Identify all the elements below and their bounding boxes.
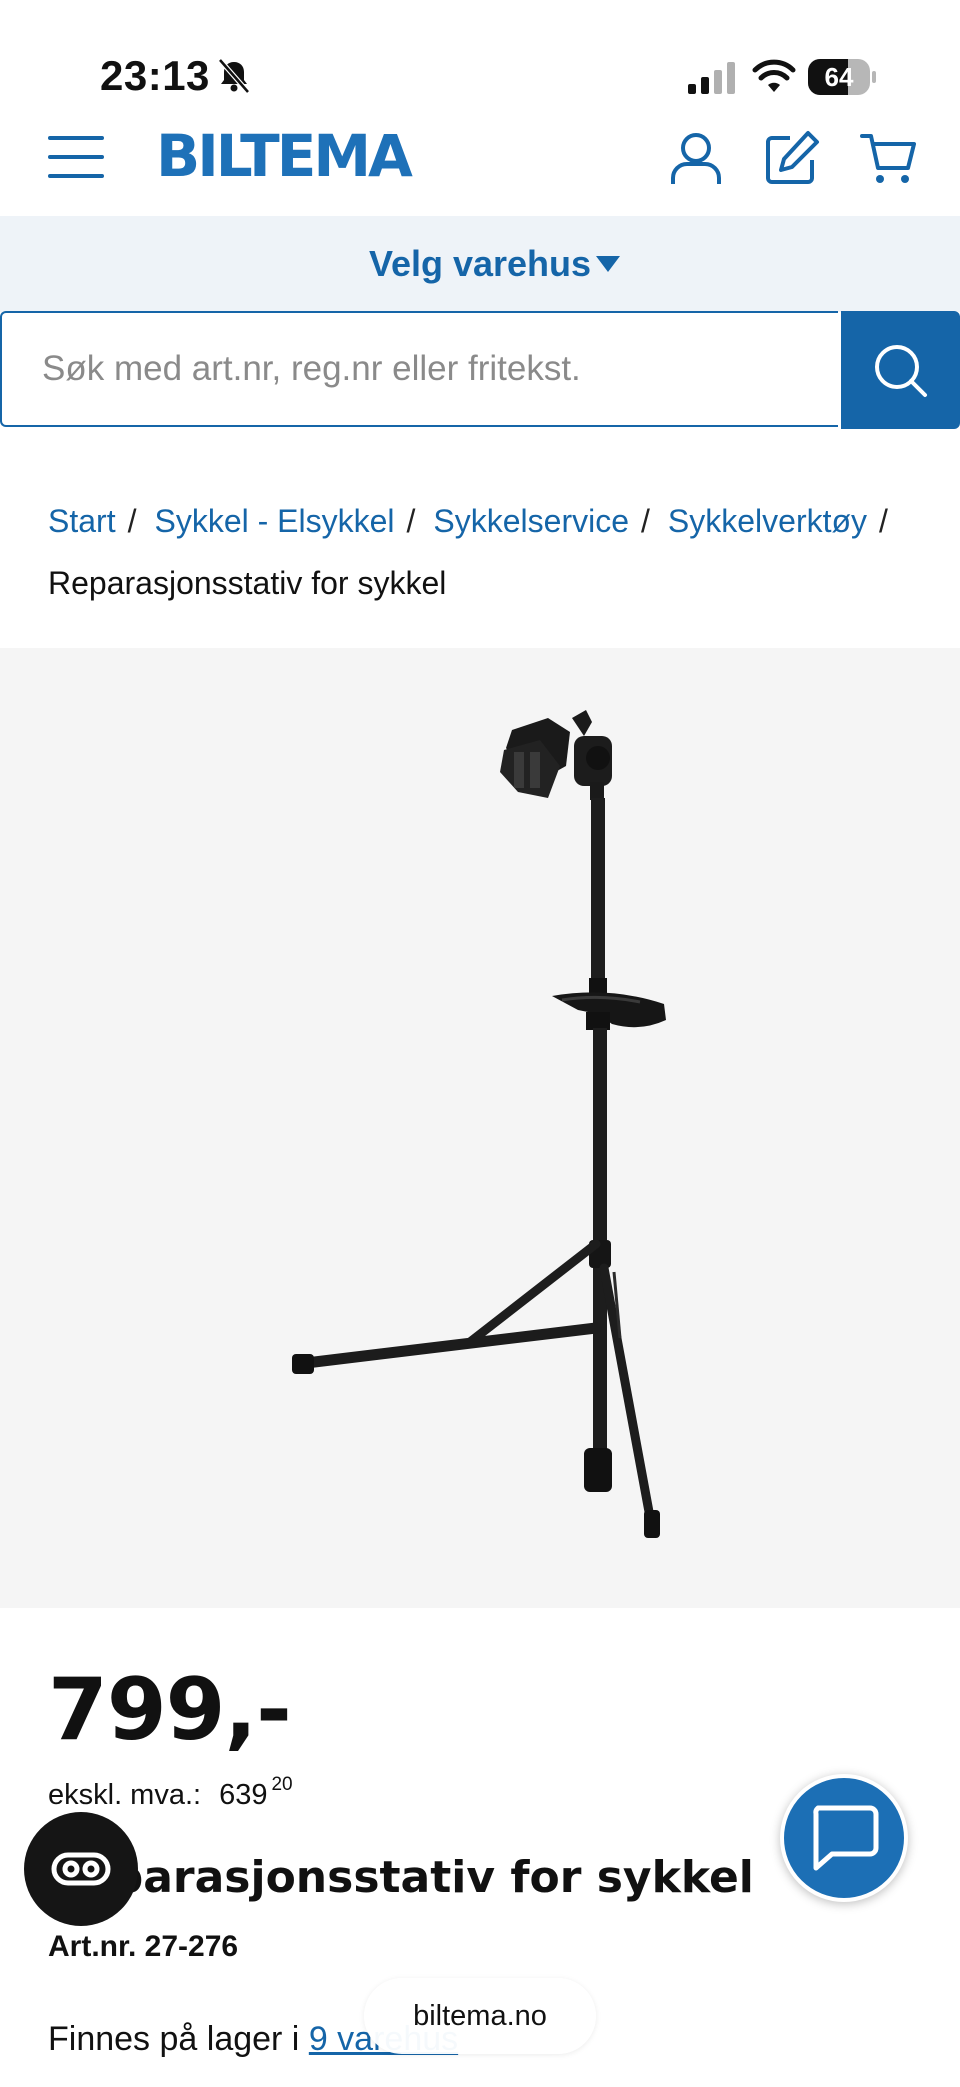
breadcrumb: Start / Sykkel - Elsykkel / Sykkelservice / Sy… [48,490,928,614]
browser-url-pill[interactable]: biltema.no [364,1978,596,2054]
repair-stand-image [292,710,666,1538]
breadcrumb-sykkel-elsykkel[interactable]: Sykkel - Elsykkel [154,503,394,539]
edit-icon[interactable] [764,130,820,186]
breadcrumb-sykkelverktoy[interactable]: Sykkelverktøy [668,503,867,539]
search-icon [875,345,927,397]
signal-icon [688,62,735,94]
price-ex-vat: ekskl. mva.: 639 20 [48,1774,293,1812]
wifi-icon [752,59,796,92]
reader-icon [51,1852,111,1886]
article-number: Art.nr. 27-276 [48,1930,239,1963]
ex-vat-decimals: 20 [271,1774,293,1795]
reader-button[interactable] [24,1812,138,1926]
chat-icon [813,1805,879,1871]
product-title: Reparasjonsstativ for sykkel [48,1852,754,1903]
breadcrumb-separator: / [641,503,650,539]
breadcrumb-current: Reparasjonsstativ for sykkel [48,565,447,601]
product-price: 799,- [48,1660,292,1760]
store-selector[interactable]: Velg varehus [0,216,960,312]
breadcrumb-separator: / [879,503,888,539]
breadcrumb-sykkelservice[interactable]: Sykkelservice [433,503,629,539]
stock-prefix: Finnes på lager i [48,2020,300,2058]
breadcrumb-start[interactable]: Start [48,503,116,539]
battery-indicator: 64 [808,59,876,95]
breadcrumb-separator: / [406,503,416,539]
bell-off-icon [218,58,250,94]
status-time: 23:13 [100,52,210,99]
user-icon[interactable] [668,130,724,186]
hamburger-icon[interactable] [48,134,104,180]
search-bar [0,311,960,431]
caret-down-icon[interactable] [596,256,620,272]
product-image[interactable] [0,648,960,1608]
cart-icon[interactable] [860,130,916,186]
search-button[interactable] [841,311,960,429]
ex-vat-value: 639 [219,1779,268,1811]
ex-vat-label: ekskl. mva.: [48,1779,202,1811]
chat-button[interactable] [780,1774,908,1902]
search-input[interactable] [0,311,838,427]
biltema-logo[interactable]: BILTEMA [156,127,496,185]
breadcrumb-separator: / [127,503,137,539]
